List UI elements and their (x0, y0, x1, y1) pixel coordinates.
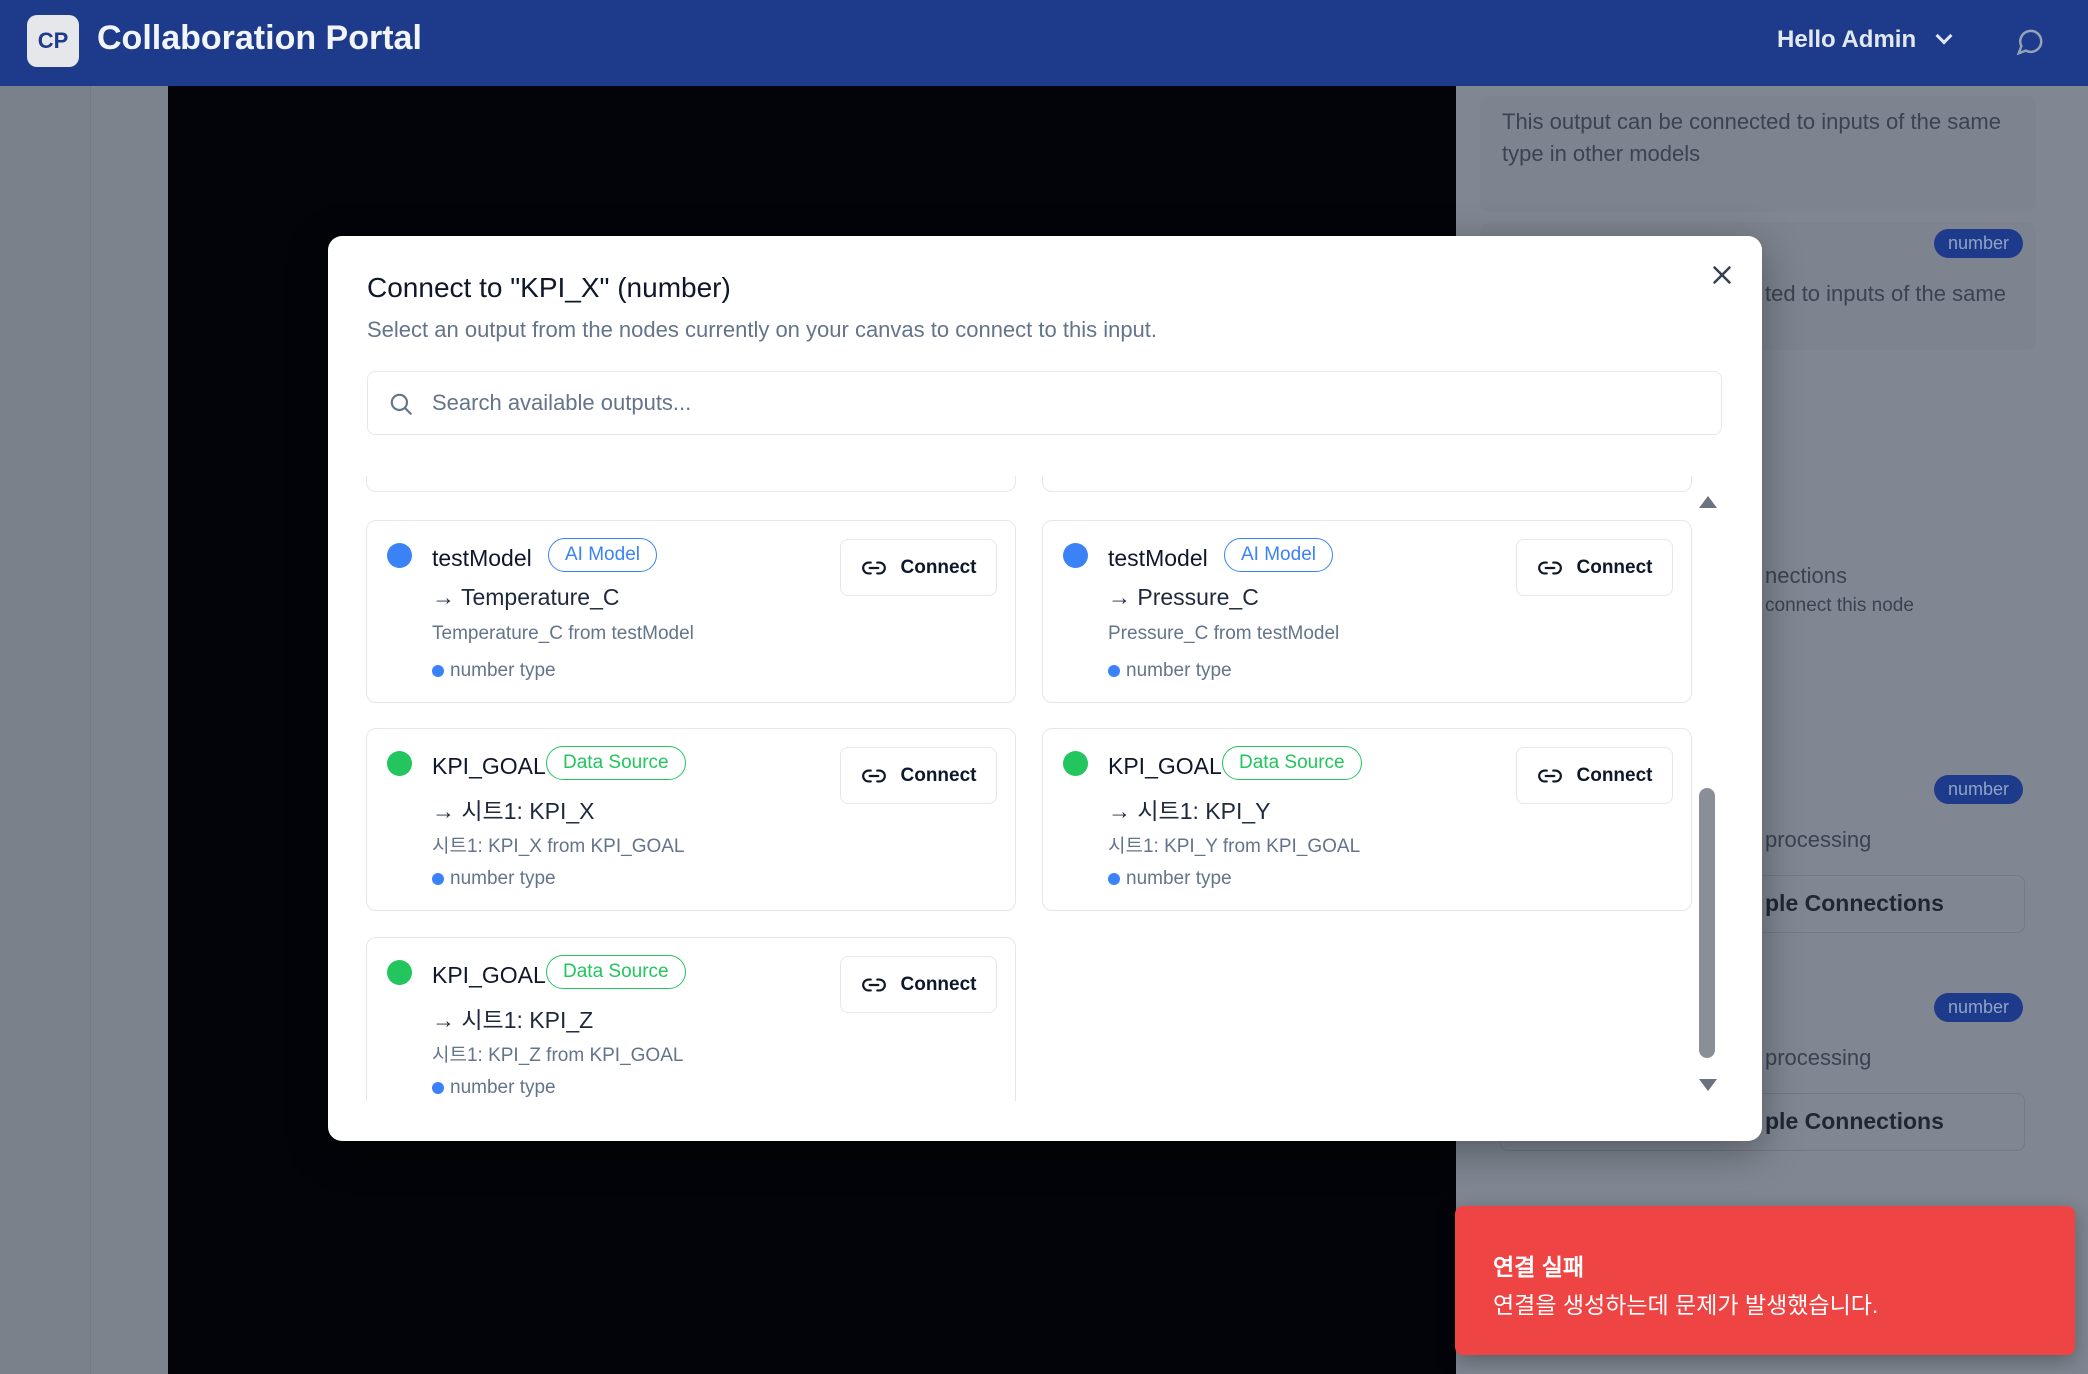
connect-button[interactable]: Connect (840, 539, 997, 596)
search-input[interactable] (432, 372, 1702, 434)
toast-title: 연결 실패 (1493, 1254, 1585, 1280)
output-description: 시트1: KPI_X from KPI_GOAL (432, 836, 685, 857)
connect-button[interactable]: Connect (1516, 539, 1673, 596)
data-type: number type (1108, 868, 1232, 890)
node-name: KPI_GOAL (432, 753, 546, 779)
error-toast[interactable]: 연결 실패 연결을 생성하는데 문제가 발생했습니다. (1455, 1206, 2075, 1355)
scroll-up-icon[interactable] (1699, 496, 1717, 508)
list-scrollbar[interactable] (1697, 490, 1717, 1095)
output-card[interactable]: KPI_GOAL Data Source → 시트1: KPI_Y 시트1: K… (1042, 728, 1692, 911)
link-icon (861, 978, 886, 991)
node-type-badge: Data Source (1222, 746, 1362, 780)
output-card[interactable]: KPI_GOAL Data Source → 시트1: KPI_X 시트1: K… (366, 728, 1016, 911)
output-description: 시트1: KPI_Y from KPI_GOAL (1108, 836, 1361, 857)
connect-label: Connect (900, 764, 977, 786)
node-status-dot (387, 960, 412, 985)
connect-button[interactable]: Connect (840, 747, 997, 804)
connect-button[interactable]: Connect (840, 956, 997, 1013)
connect-label: Connect (900, 973, 977, 995)
dialog-title: Connect to "KPI_X" (number) (367, 272, 731, 303)
node-status-dot (387, 543, 412, 568)
output-card[interactable]: testModel AI Model → Pressure_C Pressure… (1042, 520, 1692, 703)
output-name: → 시트1: KPI_X (432, 798, 595, 824)
data-type: number type (1108, 660, 1232, 682)
scrollbar-thumb[interactable] (1699, 788, 1715, 1058)
search-icon (390, 393, 412, 415)
type-dot-icon (432, 873, 444, 885)
connect-label: Connect (1576, 764, 1653, 786)
type-dot-icon (432, 1082, 444, 1094)
connect-button[interactable]: Connect (1516, 747, 1673, 804)
node-name: testModel (1108, 545, 1208, 571)
data-type: number type (432, 868, 556, 890)
output-description: 시트1: KPI_Z from KPI_GOAL (432, 1045, 684, 1066)
output-card-partial (1042, 476, 1692, 492)
output-name: → Pressure_C (1108, 584, 1259, 610)
output-name: → 시트1: KPI_Y (1108, 798, 1271, 824)
node-status-dot (387, 751, 412, 776)
outputs-list[interactable]: testModel AI Model → Temperature_C Tempe… (366, 476, 1692, 1101)
node-type-badge: AI Model (548, 538, 657, 572)
output-description: Pressure_C from testModel (1108, 623, 1340, 644)
output-card[interactable]: testModel AI Model → Temperature_C Tempe… (366, 520, 1016, 703)
output-name: → Temperature_C (432, 584, 620, 610)
output-card[interactable]: KPI_GOAL Data Source → 시트1: KPI_Z 시트1: K… (366, 937, 1016, 1101)
node-status-dot (1063, 543, 1088, 568)
link-icon (861, 769, 886, 782)
output-description: Temperature_C from testModel (432, 623, 694, 644)
search-box (367, 371, 1722, 435)
connect-label: Connect (900, 556, 977, 578)
node-name: KPI_GOAL (432, 962, 546, 988)
link-icon (861, 561, 886, 574)
dialog-subtitle: Select an output from the nodes currentl… (367, 317, 1158, 342)
link-icon (1537, 769, 1562, 782)
node-status-dot (1063, 751, 1088, 776)
node-name: testModel (432, 545, 532, 571)
node-type-badge: AI Model (1224, 538, 1333, 572)
node-type-badge: Data Source (546, 746, 686, 780)
data-type: number type (432, 660, 556, 682)
output-name: → 시트1: KPI_Z (432, 1007, 594, 1033)
close-icon[interactable] (1707, 260, 1737, 290)
connect-label: Connect (1576, 556, 1653, 578)
node-name: KPI_GOAL (1108, 753, 1222, 779)
data-type: number type (432, 1077, 556, 1099)
node-type-badge: Data Source (546, 955, 686, 989)
type-dot-icon (432, 665, 444, 677)
scroll-down-icon[interactable] (1699, 1079, 1717, 1091)
output-card-partial (366, 476, 1016, 492)
link-icon (1537, 561, 1562, 574)
type-dot-icon (1108, 873, 1120, 885)
type-dot-icon (1108, 665, 1120, 677)
toast-message: 연결을 생성하는데 문제가 발생했습니다. (1493, 1292, 1879, 1318)
